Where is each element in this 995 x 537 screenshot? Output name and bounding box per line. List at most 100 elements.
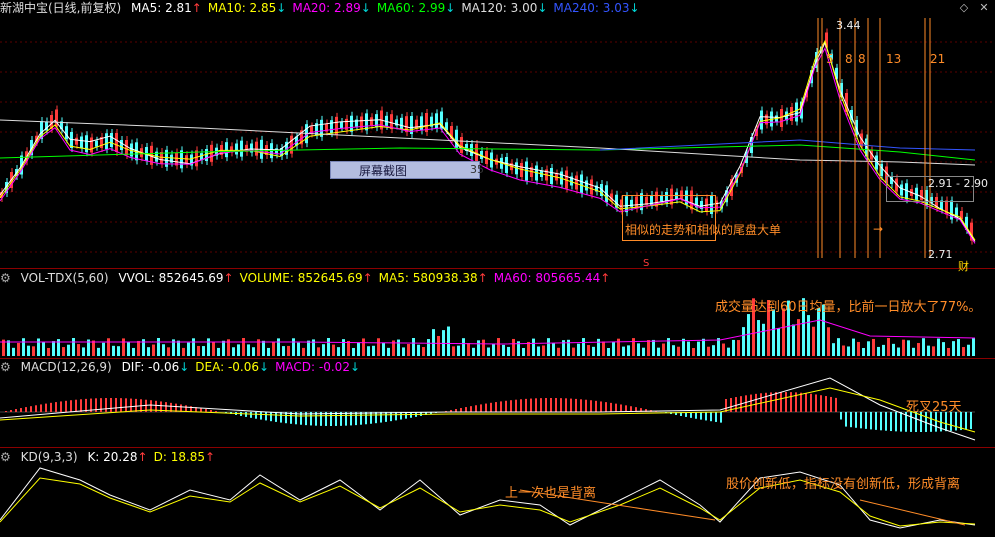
volume-bar [722, 343, 725, 356]
macd-bar [620, 404, 622, 412]
macd-bar [585, 399, 587, 412]
candle-body [75, 137, 78, 145]
volume-bar [717, 338, 720, 356]
volume-bar [367, 346, 370, 356]
volume-bar [677, 346, 680, 356]
volume-bar [152, 344, 155, 356]
settings-icon[interactable]: ⚙ [0, 271, 11, 285]
macd-bar [125, 398, 127, 412]
macd-bar [275, 412, 277, 422]
kd-indicator-title[interactable]: KD(9,3,3) [21, 450, 78, 464]
settings-icon[interactable]: ⚙ [0, 360, 11, 374]
volume-bar [347, 340, 350, 356]
volume-bar [437, 335, 440, 356]
arrow-down-icon: ↓ [179, 360, 190, 374]
volume-bar [202, 346, 205, 356]
stock-title[interactable]: 新湖中宝(日线,前复权) [0, 1, 121, 15]
macd-bar [130, 398, 132, 412]
macd-bar [870, 412, 872, 430]
volume-bar [942, 342, 945, 356]
volume-bar [62, 347, 65, 356]
volume-bar [842, 345, 845, 356]
volume-bar [872, 338, 875, 356]
volume-bar [732, 339, 735, 356]
ma-legend-item: MA10: 2.85↓ [207, 1, 287, 15]
volume-bar [727, 347, 730, 356]
finance-marker[interactable]: 财 [958, 258, 969, 274]
volume-bar [232, 347, 235, 356]
candle-body [80, 136, 83, 149]
macd-bar [265, 412, 267, 421]
volume-bar [687, 341, 690, 356]
volume-bar [242, 338, 245, 356]
arrow-up-icon: ↑ [600, 271, 611, 285]
macd-bar [505, 400, 507, 412]
arrow-down-icon: ↓ [537, 1, 548, 15]
screenshot-button[interactable]: 屏幕截图 [330, 161, 480, 179]
volume-bar [952, 341, 955, 356]
macd-bar [540, 398, 542, 412]
volume-bar [377, 338, 380, 356]
macd-bar [900, 412, 902, 432]
candle-body [435, 113, 438, 129]
macd-bar [490, 402, 492, 412]
macd-bar [335, 412, 337, 426]
low-price-label: 2.71 [928, 248, 953, 261]
volume-bar [122, 338, 125, 356]
macd-bar [280, 412, 282, 423]
volume-bar [302, 347, 305, 356]
macd-bar [580, 399, 582, 412]
collapse-icon[interactable]: ◇ [958, 2, 970, 14]
arrow-down-icon: ↓ [349, 360, 361, 374]
macd-bar [710, 412, 712, 422]
volume-bar [477, 340, 480, 356]
close-icon[interactable]: ✕ [978, 2, 990, 14]
macd-bar [610, 402, 612, 412]
candle-body [90, 137, 93, 153]
volume-bar [82, 347, 85, 356]
macd-bar [575, 398, 577, 412]
macd-indicator-title[interactable]: MACD(12,26,9) [21, 360, 112, 374]
ma-legend-item: MA5: 2.81↑ [131, 1, 202, 15]
high-price-label: 3.44 [836, 19, 861, 32]
volume-bar [702, 338, 705, 356]
macd-bar [835, 397, 837, 412]
candle-body [105, 133, 108, 150]
macd-bar [800, 392, 802, 412]
volume-bar [67, 344, 70, 356]
volume-bar [552, 343, 555, 356]
candle-body [590, 179, 593, 195]
macd-legend-item: DIF: -0.06↓ [121, 360, 190, 374]
volume-bar [287, 345, 290, 356]
volume-bar [407, 344, 410, 356]
volume-bar [327, 338, 330, 356]
volume-bar [762, 323, 765, 356]
volume-bar [447, 326, 450, 356]
volume-bar [897, 347, 900, 356]
volume-legend-item: MA60: 805665.44↑ [493, 271, 611, 285]
volume-bar [772, 309, 775, 356]
candle-body [350, 115, 353, 132]
macd-bar [805, 393, 807, 412]
volume-indicator-title[interactable]: VOL-TDX(5,60) [21, 271, 109, 285]
volume-bar [17, 342, 20, 356]
macd-bar [260, 412, 262, 420]
volume-bar [867, 341, 870, 356]
settings-icon[interactable]: ⚙ [0, 450, 11, 464]
volume-bar [397, 339, 400, 356]
sell-marker[interactable]: S [643, 258, 649, 269]
macd-bar [495, 402, 497, 412]
volume-bar [307, 340, 310, 356]
ma-legend-item: MA20: 2.89↓ [292, 1, 371, 15]
similar-trend-note: 相似的走势和相似的尾盘大单 [625, 223, 782, 237]
candle-body [340, 122, 343, 128]
macd-bar [340, 412, 342, 426]
macd-bar [80, 399, 82, 412]
volume-bar [777, 327, 780, 356]
volume-bar [452, 346, 455, 356]
macd-bar [810, 393, 812, 412]
macd-bar [745, 395, 747, 412]
volume-bar [882, 344, 885, 356]
macd-bar [890, 412, 892, 432]
candle-body [585, 180, 588, 191]
